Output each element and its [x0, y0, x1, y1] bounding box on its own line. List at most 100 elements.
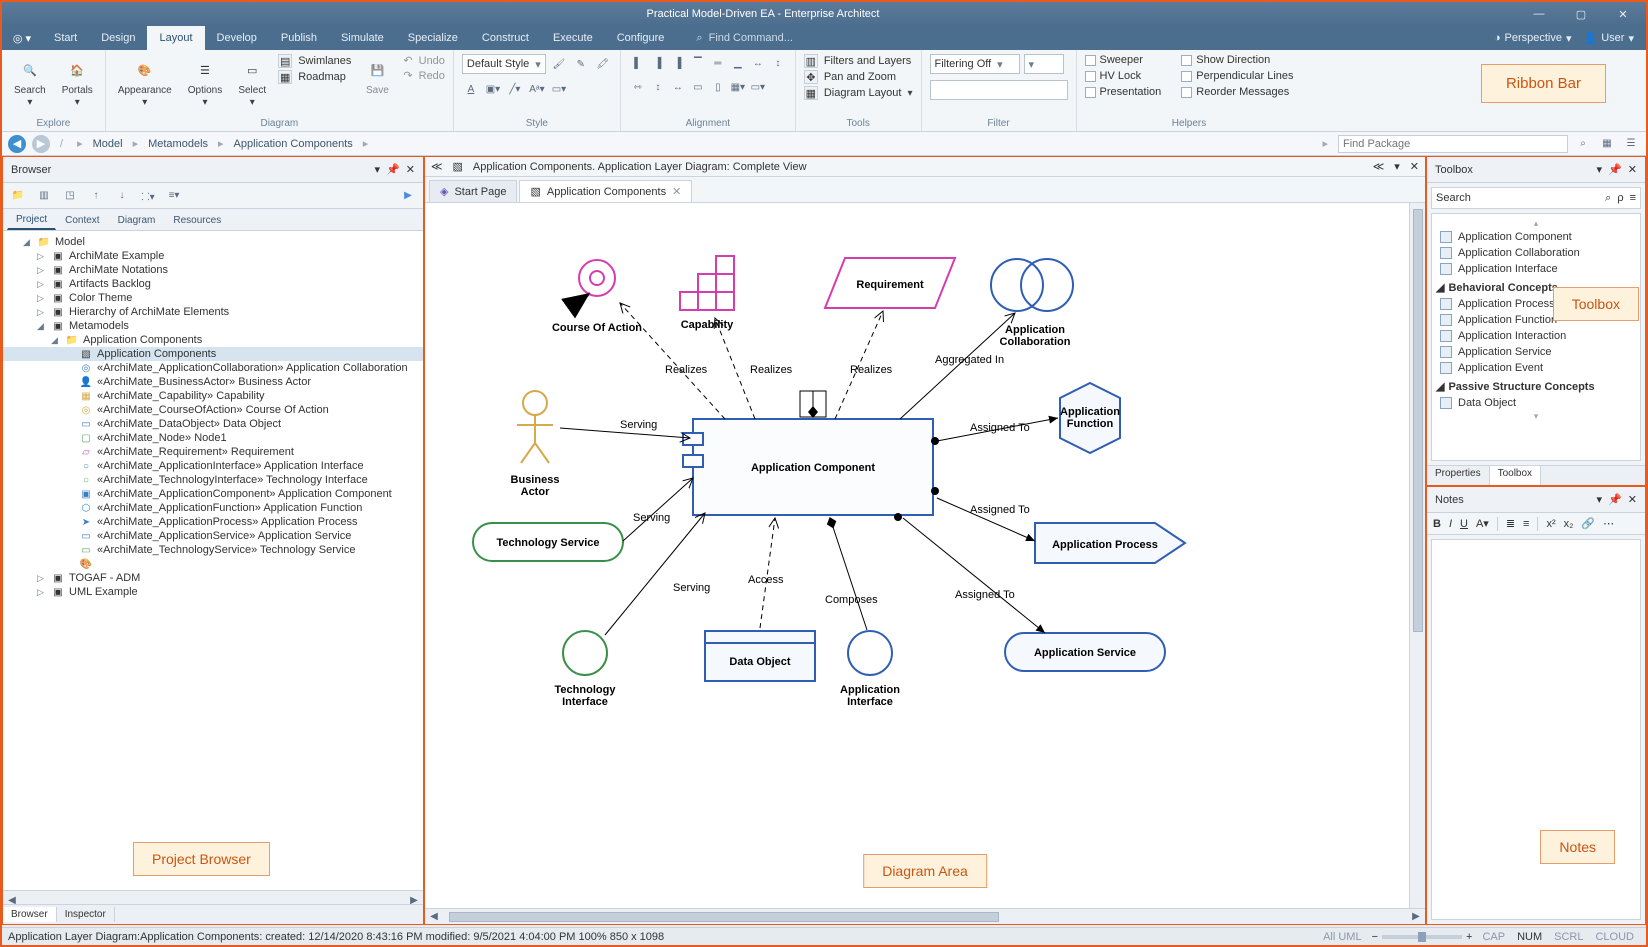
tab-properties[interactable]: Properties — [1427, 466, 1490, 485]
dist-v-button[interactable]: ↕ — [769, 54, 787, 72]
sup-button[interactable]: x² — [1546, 518, 1555, 530]
close-button[interactable]: ✕ — [1608, 8, 1638, 21]
tab-layout[interactable]: Layout — [147, 26, 204, 50]
space-h-button[interactable]: ▭ — [689, 78, 707, 96]
element-requirement[interactable]: Requirement — [825, 258, 955, 308]
tab-develop[interactable]: Develop — [205, 26, 269, 50]
select-button[interactable]: ▭ Select▾ — [234, 54, 270, 110]
bold-button[interactable]: B — [1433, 518, 1441, 530]
fontcolor-button[interactable]: A▾ — [1476, 517, 1489, 530]
browser-tab-context[interactable]: Context — [56, 211, 108, 230]
roadmap-button[interactable]: ▦Roadmap — [278, 70, 351, 84]
space-v-button[interactable]: ▯ — [709, 78, 727, 96]
panel-dropdown-icon[interactable]: ▾ — [1597, 163, 1603, 176]
tree-archimate-example[interactable]: ▷▣ArchiMate Example — [3, 249, 423, 263]
diagram-layout-button[interactable]: ▦Diagram Layout ▾ — [804, 86, 913, 100]
search-button[interactable]: 🔍 Search▾ — [10, 54, 50, 110]
text-button[interactable]: Aᵃ▾ — [528, 80, 546, 98]
element-data-object[interactable]: Data Object — [705, 631, 815, 681]
element-app-process[interactable]: Application Process — [1035, 523, 1185, 563]
panel-close-icon[interactable]: ✕ — [406, 163, 415, 176]
align-right-button[interactable]: ▐ — [669, 54, 687, 72]
app-menu-button[interactable]: ◎ ▾ — [2, 26, 42, 50]
tree-color-theme[interactable]: ▷▣Color Theme — [3, 291, 423, 305]
layout-toggle-icon[interactable]: ▦ — [1598, 135, 1616, 153]
crumb-metamodels[interactable]: Metamodels — [148, 138, 208, 150]
browser-tab-resources[interactable]: Resources — [164, 211, 230, 230]
tree-appcomp-diagram[interactable]: ▧Application Components — [3, 347, 423, 361]
tab-specialize[interactable]: Specialize — [396, 26, 470, 50]
sweeper-checkbox[interactable]: Sweeper — [1085, 54, 1162, 66]
browser-tab-project[interactable]: Project — [7, 210, 56, 230]
appearance-button[interactable]: 🎨 Appearance▾ — [114, 54, 176, 110]
canvas-menu-icon[interactable]: ▾ — [1394, 160, 1400, 173]
presentation-checkbox[interactable]: Presentation — [1085, 86, 1162, 98]
line-button[interactable]: ╱▾ — [506, 80, 524, 98]
swimlanes-button[interactable]: ▤Swimlanes — [278, 54, 351, 68]
find-package-go-icon[interactable]: ⌕ — [1574, 135, 1592, 153]
filter-op-combo[interactable]: ▾ — [1024, 54, 1064, 74]
search-icon[interactable]: ⌕ — [1605, 192, 1611, 205]
tree-appcomp-pkg[interactable]: ◢📁Application Components — [3, 333, 423, 347]
diagram-canvas[interactable]: Course Of Action Capability Requirement — [425, 203, 1425, 908]
element-app-service[interactable]: Application Service — [1005, 633, 1165, 671]
panel-pin-icon[interactable]: 📌 — [1608, 163, 1622, 176]
element-app-component[interactable]: Application Component — [683, 419, 933, 515]
border-button[interactable]: ▭▾ — [550, 80, 568, 98]
showdirection-checkbox[interactable]: Show Direction — [1181, 54, 1293, 66]
more-button[interactable]: ⋯ — [1603, 517, 1614, 530]
down-icon[interactable]: ↓ — [113, 187, 131, 205]
panel-dropdown-icon[interactable]: ▾ — [1597, 493, 1603, 506]
redo-button[interactable]: ↷Redo — [403, 69, 445, 82]
new-package-icon[interactable]: 📁 — [9, 187, 27, 205]
toolbox-item[interactable]: Application Event — [1432, 360, 1640, 376]
canvas-close-icon[interactable]: ✕ — [1410, 160, 1419, 173]
user-menu[interactable]: 👤 User ▾ — [1584, 32, 1634, 45]
element-tech-service[interactable]: Technology Service — [473, 523, 623, 561]
panel-pin-icon[interactable]: 📌 — [386, 163, 400, 176]
toolbox-item[interactable]: Application Service — [1432, 344, 1640, 360]
perspective-menu[interactable]: ◑ Perspective ▾ — [1494, 32, 1572, 45]
zoom-in-icon[interactable]: + — [1462, 931, 1476, 943]
tree-bizactor[interactable]: 👤«ArchiMate_BusinessActor» Business Acto… — [3, 375, 423, 389]
tree-palette[interactable]: 🎨 — [3, 557, 423, 571]
crumb-model[interactable]: Model — [93, 138, 123, 150]
element-course-of-action[interactable]: Course Of Action — [552, 260, 642, 334]
reorder-checkbox[interactable]: Reorder Messages — [1181, 86, 1293, 98]
panel-pin-icon[interactable]: 📌 — [1608, 493, 1622, 506]
next-icon[interactable]: ▶ — [399, 187, 417, 205]
align-middle-button[interactable]: ═ — [709, 54, 727, 72]
bullet-button[interactable]: ≣ — [1506, 517, 1515, 530]
align-center-button[interactable]: ▐ — [649, 54, 667, 72]
pan-zoom-button[interactable]: ✥Pan and Zoom — [804, 70, 913, 84]
tree-dataobj[interactable]: ▭«ArchiMate_DataObject» Data Object — [3, 417, 423, 431]
numlist-button[interactable]: ≡ — [1523, 518, 1529, 530]
tree-appfunc[interactable]: ⬡«ArchiMate_ApplicationFunction» Applica… — [3, 501, 423, 515]
tree-togaf[interactable]: ▷▣TOGAF - ADM — [3, 571, 423, 585]
dist-h-button[interactable]: ↔ — [749, 54, 767, 72]
panel-close-icon[interactable]: ✕ — [1628, 493, 1637, 506]
find-command-input[interactable] — [709, 32, 829, 44]
toolbox-item[interactable]: Application Interaction — [1432, 328, 1640, 344]
layout-button[interactable]: ▭▾ — [749, 78, 767, 96]
undo-button[interactable]: ↶Undo — [403, 54, 445, 67]
tree-model[interactable]: ◢📁Model — [3, 235, 423, 249]
bottom-tab-inspector[interactable]: Inspector — [57, 907, 115, 922]
element-tech-interface[interactable]: TechnologyInterface — [555, 631, 617, 708]
element-app-collaboration[interactable]: ApplicationCollaboration — [991, 259, 1073, 348]
vertical-scrollbar[interactable] — [1409, 203, 1425, 908]
panel-dropdown-icon[interactable]: ▾ — [375, 163, 381, 176]
tree-appcollab[interactable]: ◎«ArchiMate_ApplicationCollaboration» Ap… — [3, 361, 423, 375]
brush-icon[interactable]: 🖍 — [594, 55, 612, 73]
filter-text-input[interactable] — [930, 80, 1068, 100]
browser-tab-diagram[interactable]: Diagram — [109, 211, 165, 230]
size-w-button[interactable]: ⇿ — [629, 78, 647, 96]
tab-construct[interactable]: Construct — [470, 26, 541, 50]
tree-archimate-notations[interactable]: ▷▣ArchiMate Notations — [3, 263, 423, 277]
new-diagram-icon[interactable]: ▥ — [35, 187, 53, 205]
minimize-button[interactable]: — — [1524, 8, 1554, 21]
filter-mode-combo[interactable]: Filtering Off▾ — [930, 54, 1020, 74]
toolbox-item[interactable]: Application Collaboration — [1432, 245, 1640, 261]
fill-button[interactable]: ▣▾ — [484, 80, 502, 98]
tree-appif[interactable]: ○«ArchiMate_ApplicationInterface» Applic… — [3, 459, 423, 473]
